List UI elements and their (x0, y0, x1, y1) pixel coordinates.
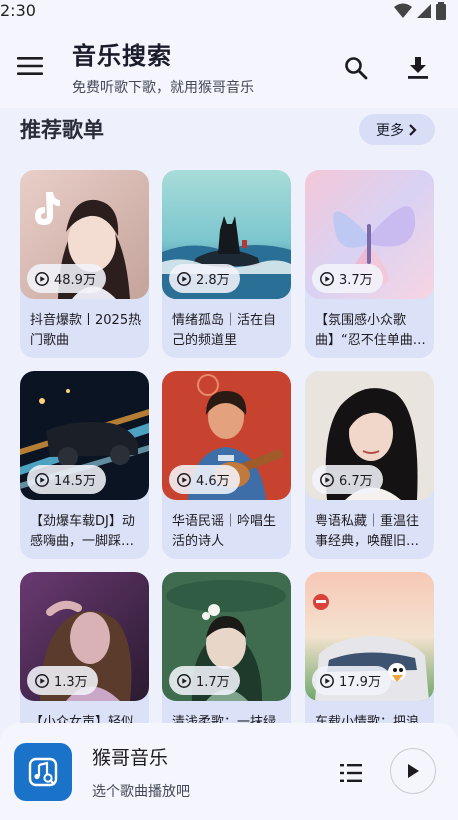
play-circle-icon (35, 271, 49, 286)
play-circle-icon (320, 673, 334, 688)
playlist-title: 车载小情歌：把浪 (315, 715, 420, 723)
chevron-right-icon (409, 123, 417, 136)
play-circle-icon (177, 271, 191, 286)
play-count: 3.7万 (339, 273, 373, 288)
search-button[interactable] (338, 50, 374, 86)
play-circle-icon (35, 673, 49, 688)
playlist-card[interactable]: 2.8万 情绪孤岛｜活在自己的频道里 (162, 170, 291, 358)
play-circle-icon (320, 472, 334, 487)
playlist-card[interactable]: 17.9万 车载小情歌：把浪 (305, 572, 434, 723)
play-circle-icon (177, 472, 191, 487)
wifi-icon (394, 3, 412, 18)
play-count-badge: 1.3万 (27, 666, 98, 695)
page-subtitle: 免费听歌下歌，就用猴哥音乐 (72, 80, 254, 96)
play-count-badge: 1.7万 (169, 666, 240, 695)
play-count: 1.3万 (54, 675, 88, 690)
playlist-title: 抖音爆款丨2025热门歌曲 (30, 313, 142, 348)
play-count-badge: 2.8万 (169, 264, 240, 293)
play-count-badge: 17.9万 (312, 666, 391, 695)
status-bar: 2:30 (0, 0, 458, 24)
play-count: 2.8万 (196, 273, 230, 288)
play-button[interactable] (390, 748, 436, 794)
page-title: 音乐搜索 (72, 42, 172, 70)
playlist-card[interactable]: 1.7万 清浅柔歌：一抹绿 (162, 572, 291, 723)
playlist-card[interactable]: 6.7万 粤语私藏｜重温往事经典，唤醒旧… (305, 371, 434, 559)
status-time: 2:30 (0, 1, 36, 20)
playlist-queue-button[interactable] (336, 759, 366, 787)
play-count: 6.7万 (339, 474, 373, 489)
play-circle-icon (177, 673, 191, 688)
playlist-card[interactable]: 1.3万 【小众女声】轻似 (20, 572, 149, 723)
play-count-badge: 48.9万 (27, 264, 106, 293)
app-bar: 音乐搜索 免费听歌下歌，就用猴哥音乐 (0, 24, 458, 108)
battery-icon (436, 2, 446, 20)
playlist-title: 【劲爆车载DJ】动感嗨曲，一脚踩… (30, 514, 135, 549)
play-count: 17.9万 (339, 675, 381, 690)
player-subtitle: 选个歌曲播放吧 (92, 784, 190, 800)
playlist-title: 【小众女声】轻似 (30, 715, 135, 723)
play-circle-icon (35, 472, 49, 487)
play-count-badge: 3.7万 (312, 264, 383, 293)
play-count-badge: 4.6万 (169, 465, 240, 494)
play-circle-icon (320, 271, 334, 286)
download-button[interactable] (400, 50, 436, 86)
status-icons (394, 2, 446, 20)
search-icon (345, 57, 368, 80)
playlist-section: 推荐歌单 更多 48.9万 抖音爆款丨2025热门歌曲 2.8万 情绪孤岛｜活在… (0, 108, 458, 723)
menu-button[interactable] (14, 52, 46, 80)
player-artwork (14, 743, 72, 801)
play-count: 14.5万 (54, 474, 96, 489)
play-count-badge: 14.5万 (27, 465, 106, 494)
playlist-title: 华语民谣｜吟唱生活的诗人 (172, 514, 277, 549)
music-search-icon (28, 757, 58, 787)
playlist-title: 情绪孤岛｜活在自己的频道里 (172, 313, 277, 348)
section-title: 推荐歌单 (20, 118, 104, 142)
playlist-title: 【氛围感小众歌曲】“忍不住单曲… (315, 313, 426, 348)
queue-list-icon (340, 764, 362, 782)
play-count-badge: 6.7万 (312, 465, 383, 494)
mini-player[interactable]: 猴哥音乐 选个歌曲播放吧 (0, 723, 458, 820)
player-title: 猴哥音乐 (92, 747, 169, 769)
playlist-card[interactable]: 4.6万 华语民谣｜吟唱生活的诗人 (162, 371, 291, 559)
play-count: 1.7万 (196, 675, 230, 690)
playlist-card[interactable]: 48.9万 抖音爆款丨2025热门歌曲 (20, 170, 149, 358)
play-count: 4.6万 (196, 474, 230, 489)
more-label: 更多 (376, 122, 404, 139)
playlist-card[interactable]: 14.5万 【劲爆车载DJ】动感嗨曲，一脚踩… (20, 371, 149, 559)
more-button[interactable]: 更多 (359, 114, 435, 145)
menu-icon (17, 57, 43, 75)
playlist-title: 清浅柔歌：一抹绿 (172, 715, 277, 723)
download-icon (408, 57, 428, 79)
playlist-title: 粤语私藏｜重温往事经典，唤醒旧… (315, 514, 420, 549)
signal-icon (417, 4, 431, 18)
play-count: 48.9万 (54, 273, 96, 288)
playlist-card[interactable]: 3.7万 【氛围感小众歌曲】“忍不住单曲… (305, 170, 434, 358)
play-icon (408, 764, 419, 778)
